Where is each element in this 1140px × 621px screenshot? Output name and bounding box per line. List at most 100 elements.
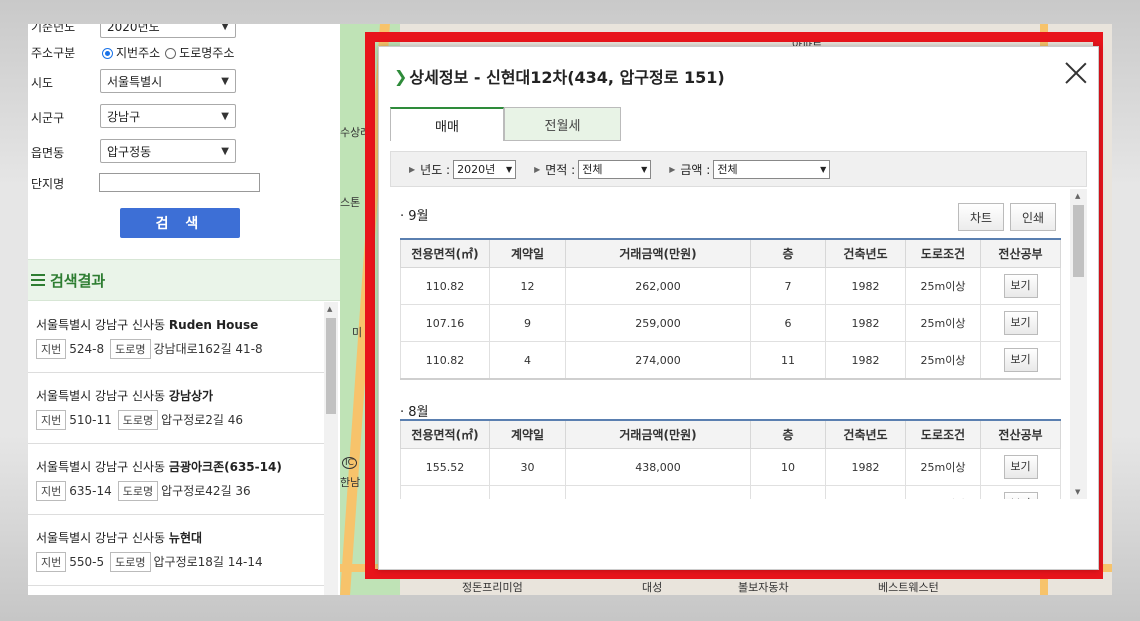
column-header: 도로조건 (905, 419, 981, 449)
table-header-row: 전용면적(㎡) 계약일 거래금액(만원) 층 건축년도 도로조건 전산공부 (400, 238, 1061, 268)
eupmyeondong-select[interactable]: 압구정동 ▼ (100, 139, 236, 163)
column-header: 건축년도 (825, 238, 906, 268)
map-label: 한남 (340, 476, 361, 489)
year-select[interactable]: 2020년도 ▼ (100, 24, 236, 38)
results-list: 서울특별시 강남구 신사동 Ruden House 지번 524-8 도로명 강남대로… (28, 302, 324, 595)
tab-sale[interactable]: 매매 (390, 107, 504, 141)
column-header: 계약일 (489, 419, 566, 449)
filter-bar: ▶ 년도 : 2020년 ▼ ▶ 면적 : 전체 ▼ ▶ 금액 : 전체 ▼ (390, 151, 1087, 187)
road-value: 압구정로18길 14-14 (153, 555, 263, 569)
jibun-tag: 지번 (36, 339, 67, 359)
sigungu-label: 시군구 (31, 110, 65, 125)
year-label: 기준년도 (31, 24, 76, 34)
triangle-right-icon: ▶ (409, 164, 416, 174)
table-row: 110.82 4 274,000 11 1982 25m이상 보기 (400, 341, 1061, 380)
address-type-label: 주소구분 (31, 45, 76, 60)
column-header: 거래금액(만원) (565, 419, 751, 449)
amount-filter: ▶ 금액 : 전체 ▼ (669, 159, 831, 179)
column-header: 층 (750, 419, 826, 449)
list-icon (31, 273, 45, 287)
column-header: 계약일 (489, 238, 566, 268)
print-button[interactable]: 인쇄 (1010, 203, 1056, 231)
list-item[interactable]: 서울특별시 강남구 신사동 뉴현대 지번 550-5 도로명 압구정로18길 14-1… (28, 515, 324, 586)
jibun-tag: 지번 (36, 552, 67, 572)
month-heading: · 9월 (400, 209, 429, 224)
table-row: 110.82 12 262,000 7 1982 25m이상 보기 (400, 267, 1061, 305)
area-filter: ▶ 면적 : 전체 ▼ (534, 159, 652, 179)
year-filter-select[interactable]: 2020년 ▼ (453, 159, 517, 179)
list-item[interactable]: 서울특별시 강남구 신사동 Ruden House 지번 524-8 도로명 강남대로… (28, 302, 324, 373)
search-button[interactable]: 검 색 (120, 208, 240, 238)
year-filter: ▶ 년도 : 2020년 ▼ (409, 159, 517, 179)
column-header: 도로조건 (905, 238, 981, 268)
eupmyeondong-label: 읍면동 (31, 145, 65, 160)
radio-road[interactable]: 도로명주소 (165, 44, 234, 61)
view-button[interactable]: 보기 (1003, 274, 1038, 298)
sido-select[interactable]: 서울특별시 ▼ (100, 69, 236, 93)
map-label: 베스트웨스턴 (878, 581, 939, 594)
transactions-scroll-area[interactable]: · 9월 차트 인쇄 전용면적(㎡) 계약일 거래금액(만원) 층 건축년도 도… (390, 189, 1087, 499)
radio-jibun[interactable]: 지번주소 (102, 44, 160, 61)
jibun-value: 635-14 (69, 484, 112, 498)
table-row: 107.16 25 243,000 10 1982 25m이상 보기 (400, 485, 1061, 499)
road-tag: 도로명 (117, 410, 159, 430)
chevron-down-icon: ▼ (641, 164, 648, 174)
map-label: 정돈프리미엄 (462, 581, 523, 594)
triangle-right-icon: ▶ (534, 164, 541, 174)
column-header: 전용면적(㎡) (400, 238, 490, 268)
column-header: 거래금액(만원) (565, 238, 751, 268)
map-label: 볼보자동차 (738, 581, 789, 594)
column-header: 건축년도 (825, 419, 906, 449)
complex-name-input[interactable] (99, 173, 260, 192)
map-label: 대성 (642, 581, 663, 594)
eupmyeondong-row: 읍면동 (31, 139, 99, 165)
jibun-value: 510-11 (69, 413, 112, 427)
scrollbar-thumb[interactable] (1073, 205, 1084, 277)
chevron-right-icon: ❯ (394, 66, 408, 86)
column-header: 전산공부 (980, 419, 1061, 449)
chevron-down-icon: ▼ (221, 24, 229, 32)
view-button[interactable]: 보기 (1003, 455, 1038, 479)
tab-rent[interactable]: 전월세 (504, 107, 621, 141)
table-row: 155.52 30 438,000 10 1982 25m이상 보기 (400, 448, 1061, 486)
list-item[interactable]: 서울특별시 강남구 신사동 강남상가 지번 510-11 도로명 압구정로2길 46 (28, 373, 324, 444)
month-heading: · 8월 (400, 405, 429, 420)
detail-modal: ❯ 상세정보 - 신현대12차(434, 압구정로 151) 매매 전월세 ▶ … (378, 46, 1099, 570)
chevron-down-icon: ▼ (820, 164, 827, 174)
scroll-up-icon[interactable]: ▲ (327, 305, 332, 313)
scrollbar-thumb[interactable] (326, 318, 336, 414)
road-value: 압구정로42길 36 (161, 484, 251, 498)
jibun-tag: 지번 (36, 410, 67, 430)
chevron-down-icon: ▼ (221, 110, 229, 122)
modal-tabs: 매매 전월세 (390, 107, 621, 141)
close-icon[interactable] (1064, 61, 1088, 85)
map-label: 미 (352, 326, 363, 339)
table-header-row: 전용면적(㎡) 계약일 거래금액(만원) 층 건축년도 도로조건 전산공부 (400, 419, 1061, 449)
chart-button[interactable]: 차트 (958, 203, 1004, 231)
transactions-table: 전용면적(㎡) 계약일 거래금액(만원) 층 건축년도 도로조건 전산공부 11… (400, 238, 1061, 380)
complex-row: 단지명 (31, 170, 99, 196)
modal-title: ❯ 상세정보 - 신현대12차(434, 압구정로 151) (394, 66, 725, 88)
road-tag: 도로명 (110, 339, 151, 359)
scroll-up-icon[interactable]: ▲ (1075, 192, 1080, 200)
view-button[interactable]: 보기 (1003, 492, 1038, 499)
sigungu-select[interactable]: 강남구 ▼ (100, 104, 236, 128)
sido-row: 시도 (31, 69, 99, 95)
amount-filter-select[interactable]: 전체 ▼ (713, 159, 831, 179)
results-scrollbar[interactable]: ▲ (324, 302, 338, 595)
jibun-value: 524-8 (69, 342, 105, 356)
column-header: 전산공부 (980, 238, 1061, 268)
results-title: 검색결과 (50, 271, 106, 290)
column-header: 층 (750, 238, 826, 268)
table-row: 107.16 9 259,000 6 1982 25m이상 보기 (400, 304, 1061, 342)
view-button[interactable]: 보기 (1003, 348, 1038, 372)
scroll-down-icon[interactable]: ▼ (1075, 488, 1080, 496)
area-filter-select[interactable]: 전체 ▼ (578, 159, 652, 179)
jibun-tag: 지번 (36, 481, 67, 501)
list-item[interactable]: 서울특별시 강남구 신사동 금광아크존(635-14) 지번 635-14 도로명 압… (28, 444, 324, 515)
jibun-value: 550-5 (69, 555, 105, 569)
road-tag: 도로명 (110, 552, 151, 572)
view-button[interactable]: 보기 (1003, 311, 1038, 335)
modal-scrollbar[interactable]: ▲ ▼ (1070, 189, 1087, 499)
search-panel: 기준년도 2020년도 ▼ 주소구분 지번주소 도로명주소 시도 서울특별시 ▼ 시… (28, 24, 340, 595)
